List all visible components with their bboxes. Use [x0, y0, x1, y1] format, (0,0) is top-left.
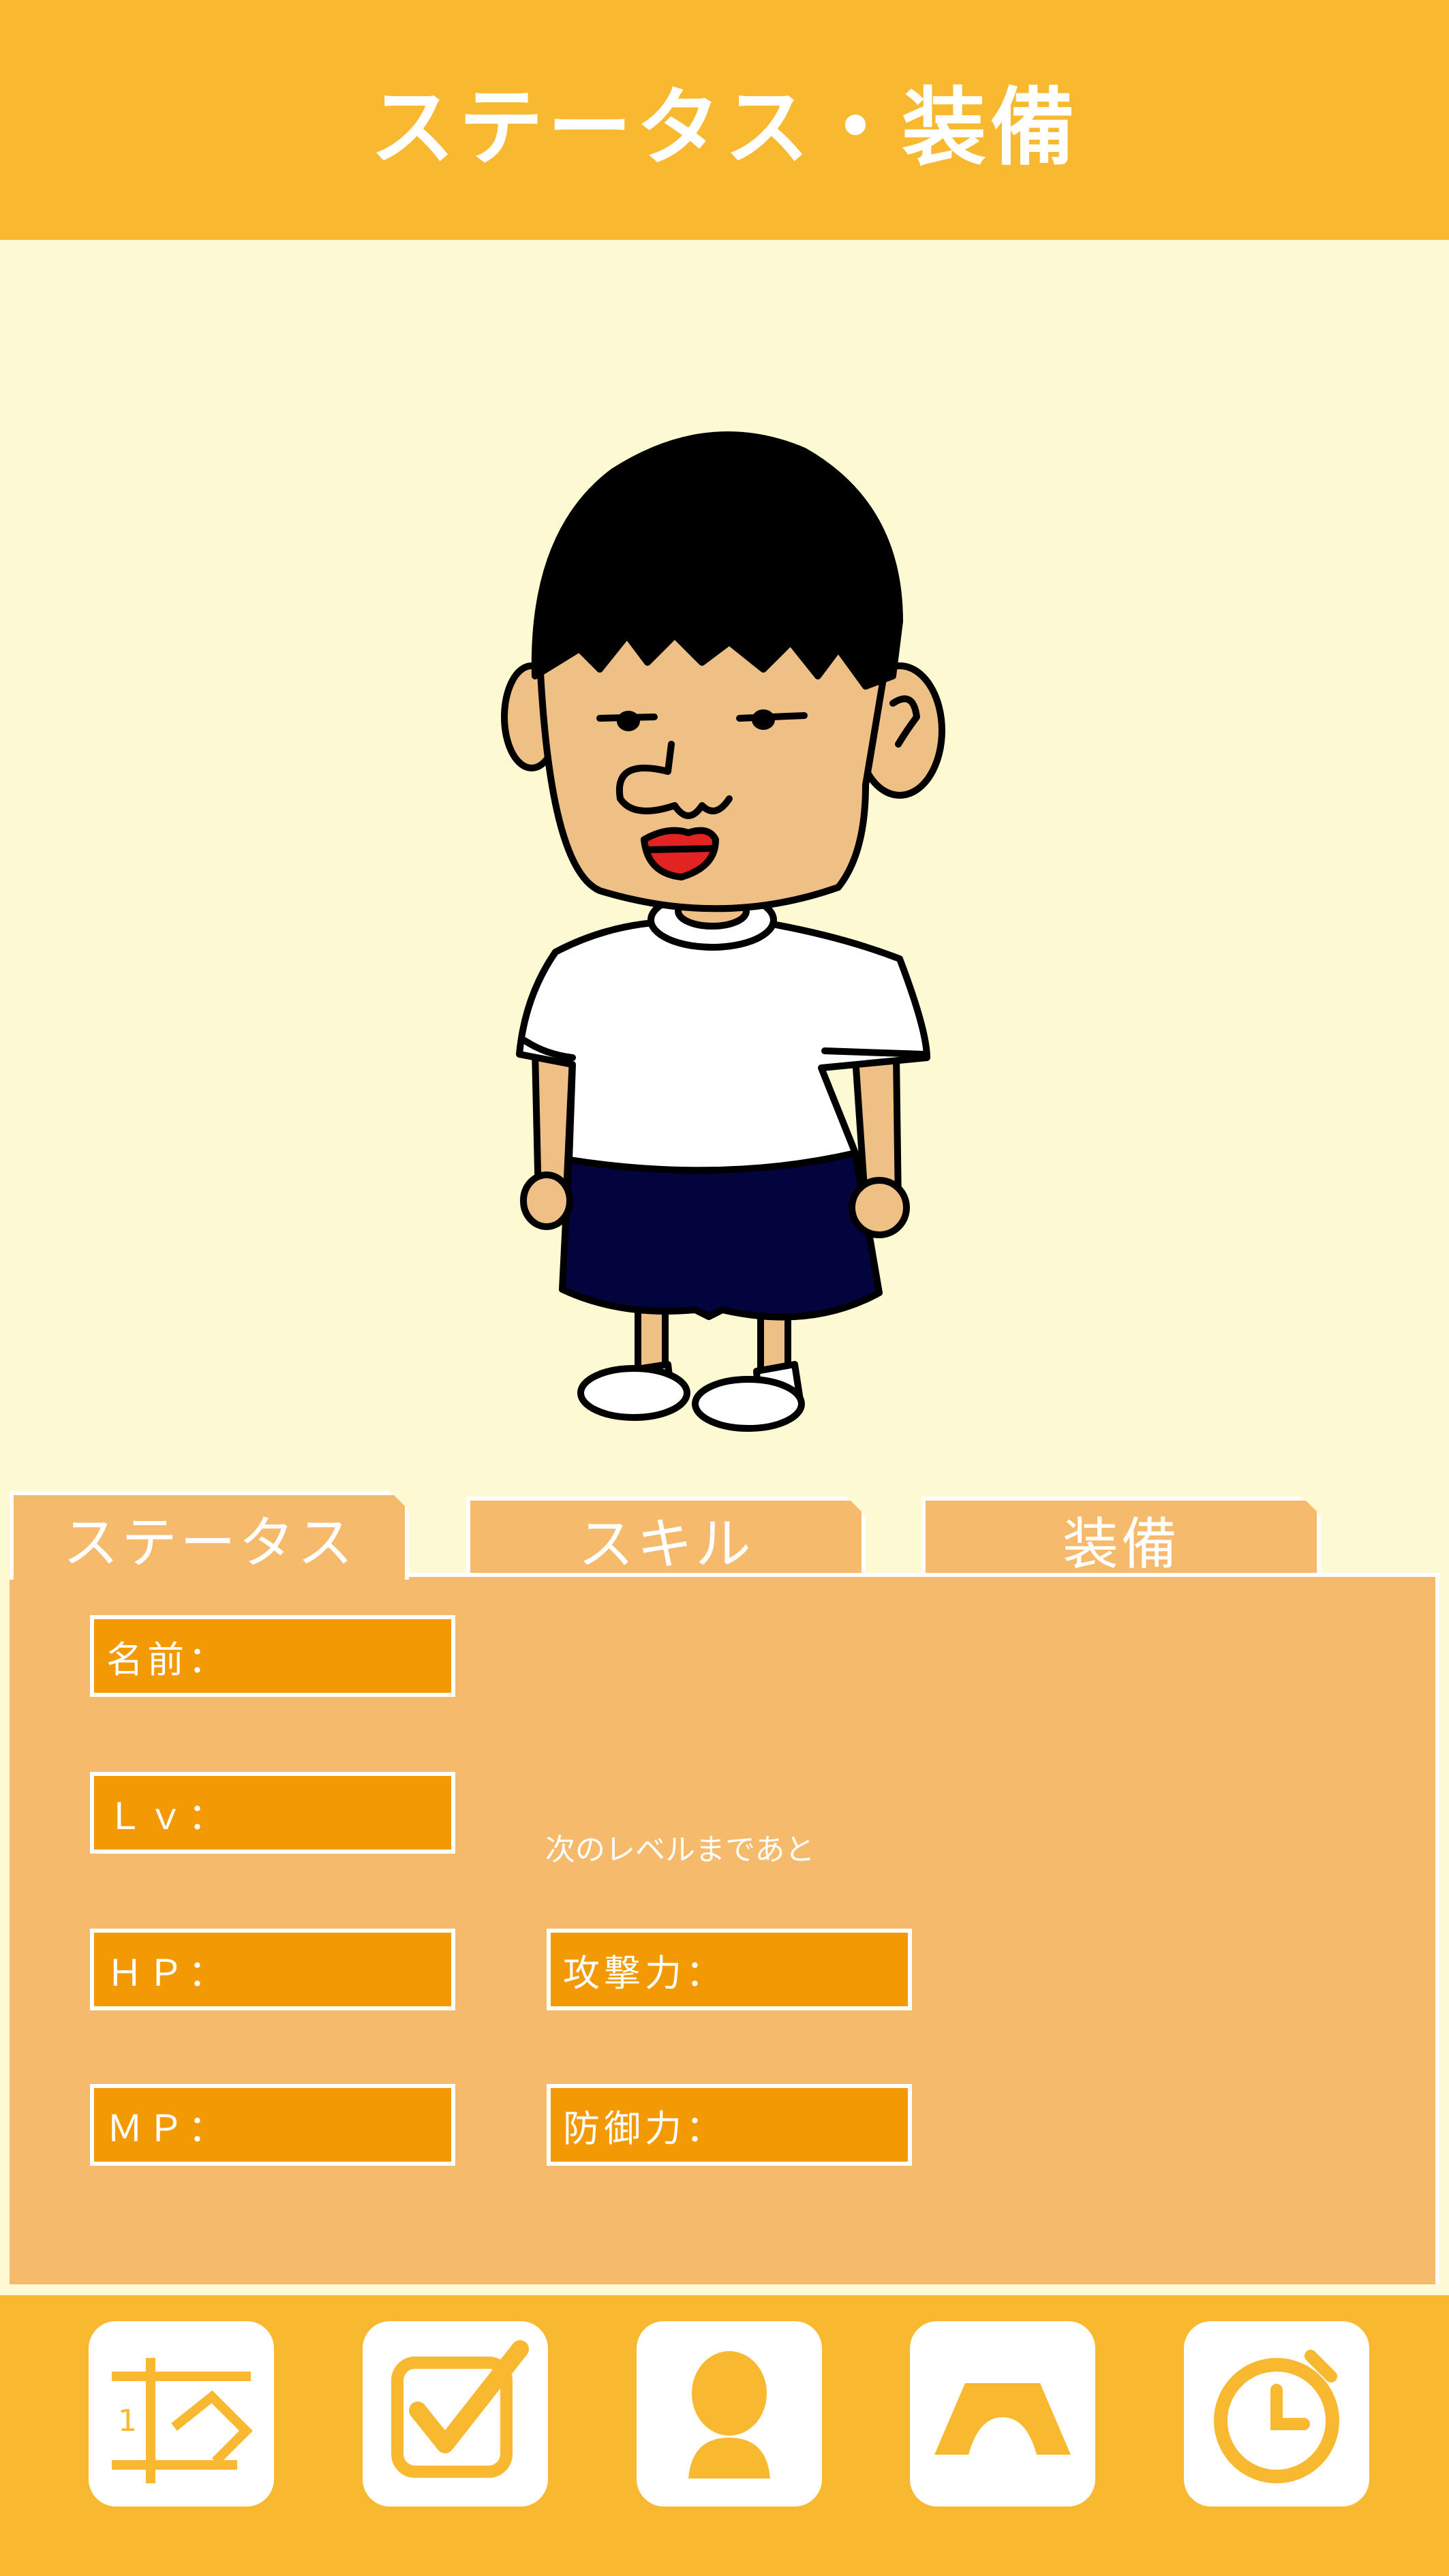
next-level-text: 次のレベルまであと [545, 1833, 815, 1867]
tab-skill[interactable]: スキル [466, 1497, 866, 1577]
timer-button[interactable] [1184, 2321, 1369, 2506]
status-button[interactable] [637, 2321, 822, 2506]
checkbox-icon [391, 2340, 529, 2478]
attack-field: 攻撃力： [547, 1929, 912, 2010]
name-field: 名前： [90, 1615, 455, 1697]
character-stage [0, 240, 1449, 1487]
tent-icon [934, 2383, 1071, 2455]
tab-status[interactable]: ステータス [10, 1491, 409, 1580]
hp-field: ＨＰ： [90, 1929, 455, 2010]
calendar-number: 1 [118, 2404, 137, 2438]
tab-panel-join [14, 1567, 405, 1578]
page-title: ステータス・装備 [369, 79, 1079, 177]
defense-field: 防御力： [547, 2084, 912, 2166]
mp-field: ＭＰ： [90, 2084, 455, 2166]
calendar-icon: 1 [112, 2358, 253, 2483]
camp-button[interactable] [910, 2321, 1095, 2506]
stopwatch-icon [1214, 2350, 1339, 2483]
calendar-button[interactable]: 1 [89, 2321, 274, 2506]
level-field: Ｌｖ： [90, 1772, 455, 1854]
tab-equipment[interactable]: 装備 [921, 1497, 1321, 1577]
task-button[interactable] [363, 2321, 548, 2506]
character-portrait [501, 431, 945, 1432]
header-bar: ステータス・装備 [0, 0, 1449, 240]
person-icon [688, 2351, 770, 2479]
